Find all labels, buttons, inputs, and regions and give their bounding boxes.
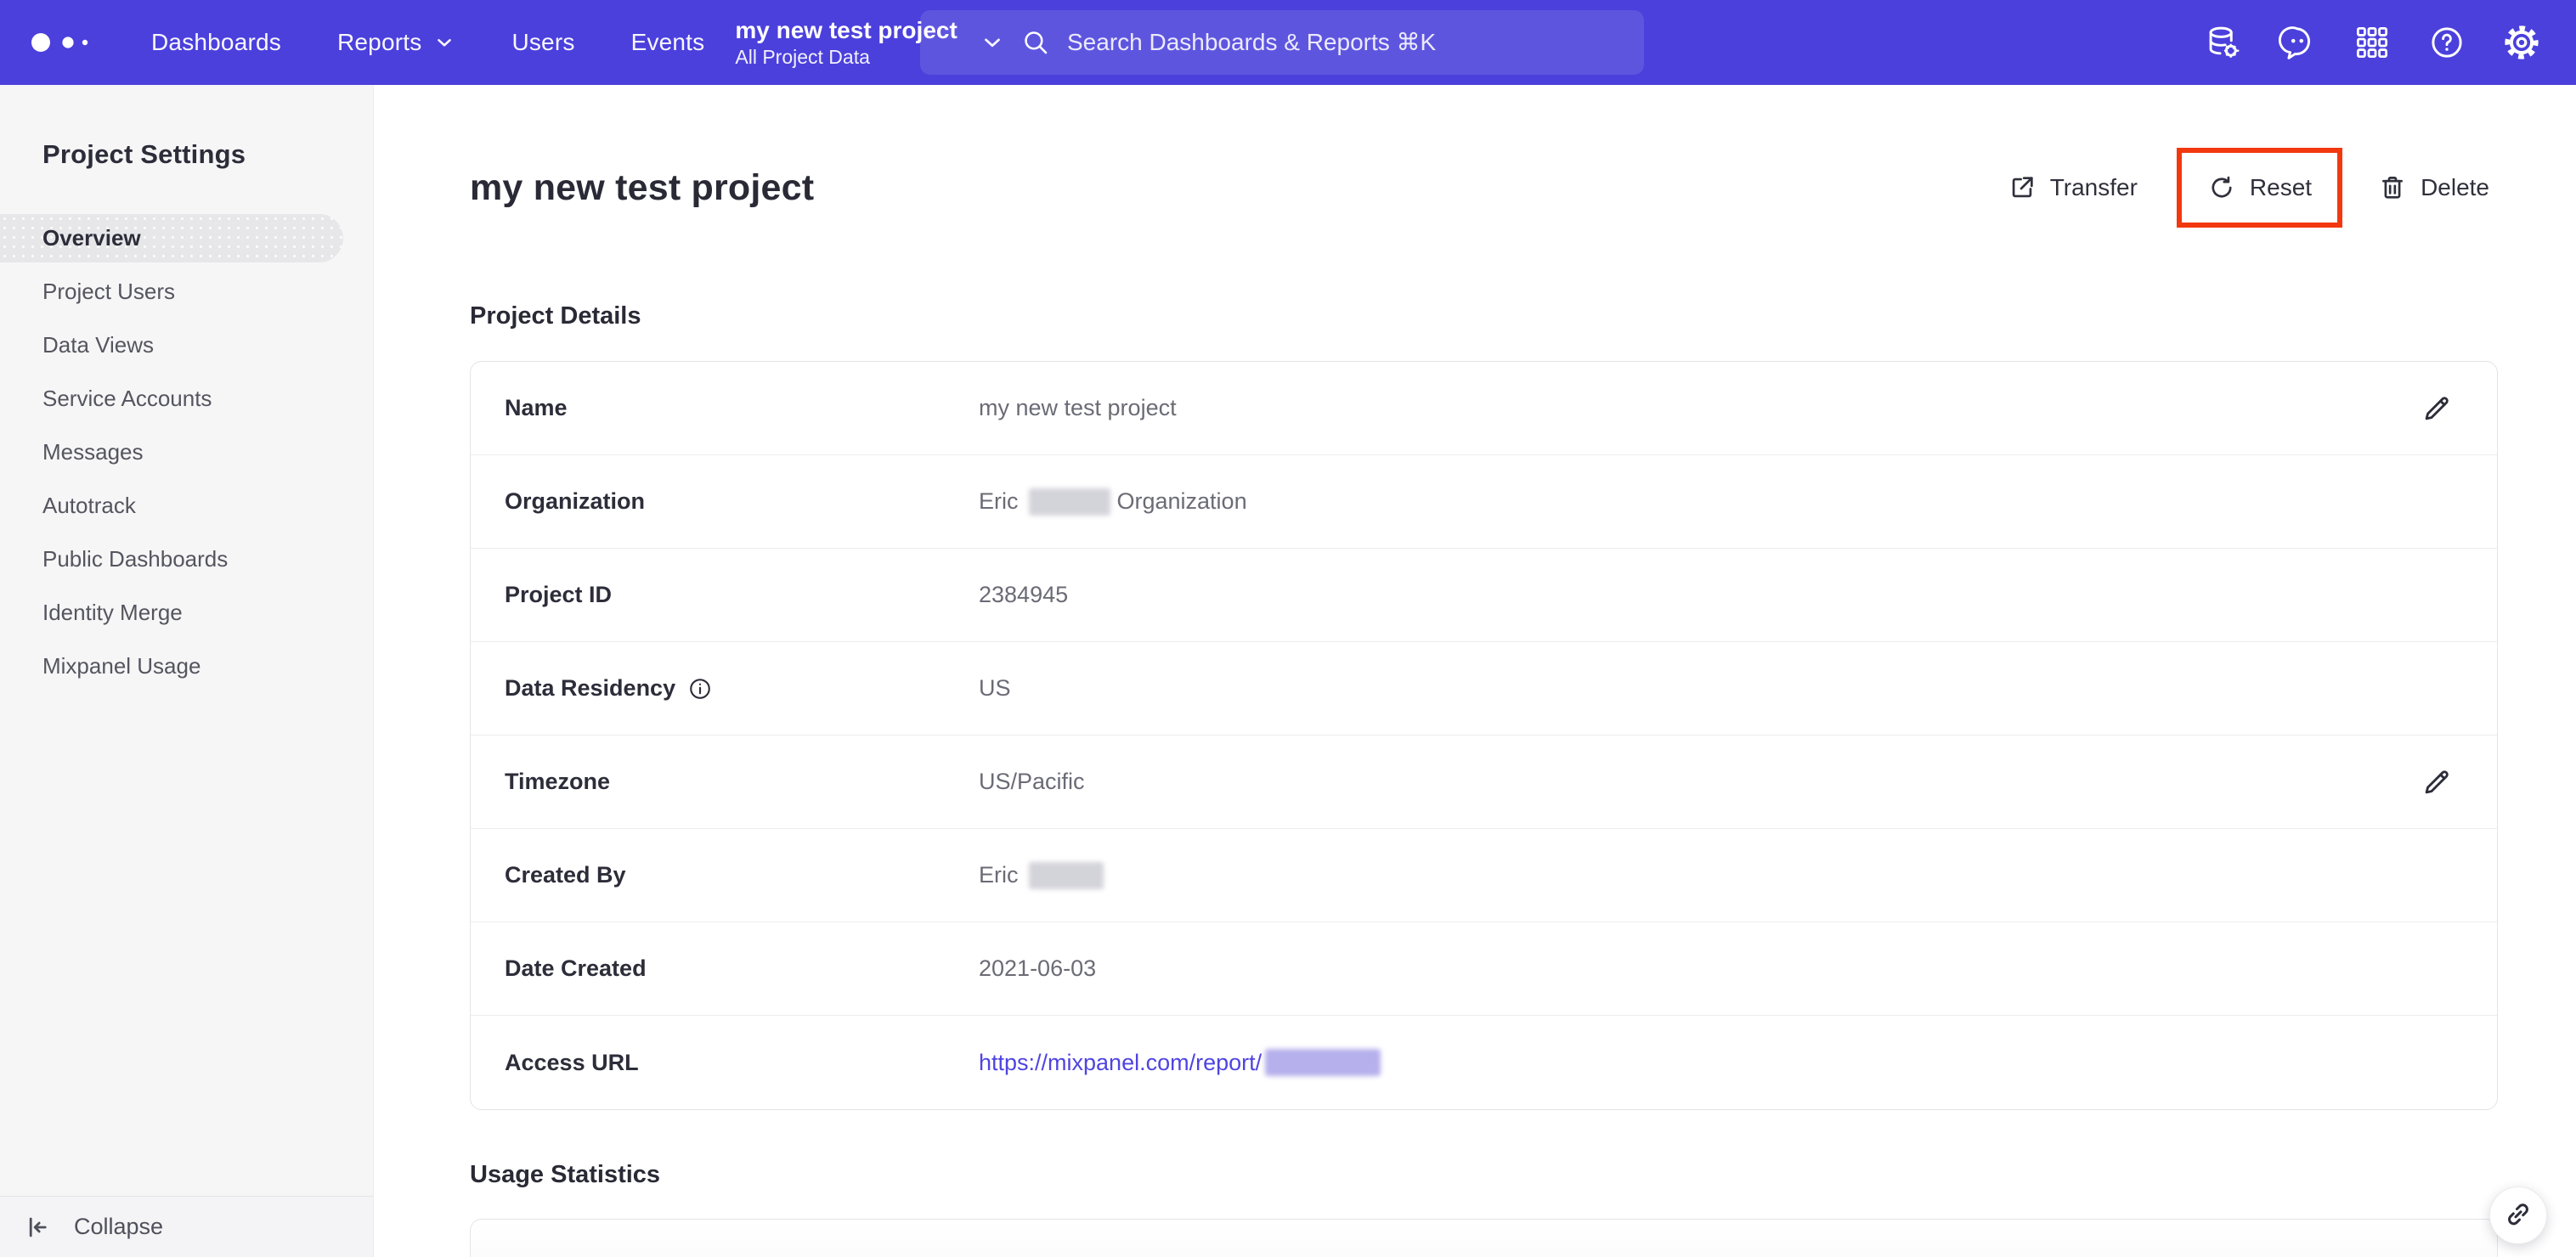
mixpanel-logo-dots [31,33,88,52]
main-content: my new test project Transfer Reset Delet… [375,85,2576,1257]
delete-button[interactable]: Delete [2370,158,2498,217]
timezone-value: US/Pacific [979,769,1085,794]
search-input[interactable] [1067,29,1543,56]
transfer-icon [2012,177,2033,198]
sidebar-item-messages[interactable]: Messages [0,426,343,479]
sidebar-item-overview[interactable]: Overview [0,214,343,262]
project-details-heading: Project Details [470,302,641,330]
project-actions: Transfer Reset Delete [1999,148,2498,228]
sidebar-item-project-users[interactable]: Project Users [0,265,343,318]
collapse-label: Collapse [74,1214,164,1239]
date-created-value: 2021-06-03 [979,955,1097,981]
info-icon[interactable] [687,676,713,702]
redacted-value [1028,488,1110,516]
detail-row-timezone: Timezone US/Pacific [471,736,2497,829]
detail-row-project-id: Project ID 2384945 [471,549,2497,642]
sidebar-collapse-button[interactable]: Collapse [0,1196,373,1257]
settings-sidebar: Project Settings Overview Project Users … [0,85,374,1257]
project-id-value: 2384945 [979,582,1069,607]
detail-row-data-residency: Data Residency US [471,642,2497,736]
name-value: my new test project [979,395,1177,420]
reset-highlight-box: Reset [2176,148,2343,228]
sidebar-item-autotrack[interactable]: Autotrack [0,479,343,533]
top-navigation-bar: Dashboards Reports Users Events Search D… [0,0,2576,85]
sidebar-item-identity-merge[interactable]: Identity Merge [0,586,343,640]
usage-statistics-card [470,1219,2498,1257]
apps-grid-button[interactable] [2352,22,2392,63]
sidebar-nav-list: Overview Project Users Data Views Servic… [0,214,373,693]
search-bar[interactable] [920,10,1644,75]
data-residency-value: US [979,675,1011,701]
feedback-button[interactable] [2277,22,2318,63]
pencil-icon [2425,396,2449,420]
redacted-value [1028,861,1104,889]
page-title: my new test project [470,166,815,208]
data-management-icon [2209,26,2240,59]
nav-dashboards[interactable]: Dashboards [151,29,281,56]
nav-events[interactable]: Events [631,29,705,56]
sidebar-title: Project Settings [42,139,246,169]
search-icon [1025,31,1048,54]
data-management-button[interactable] [2202,22,2243,63]
apps-grid-icon [2356,26,2388,59]
primary-nav: Dashboards Reports Users Events [151,29,704,56]
access-url-link[interactable]: https://mixpanel.com/report/ [979,1049,1387,1076]
detail-row-name: Name my new test project [471,362,2497,455]
nav-users[interactable]: Users [511,29,574,56]
help-icon [2432,27,2462,58]
help-button[interactable] [2426,22,2467,63]
nav-reports[interactable]: Reports [337,29,455,56]
redacted-value [1265,1049,1381,1076]
detail-row-date-created: Date Created 2021-06-03 [471,922,2497,1016]
usage-statistics-heading: Usage Statistics [470,1161,661,1188]
collapse-icon [29,1217,47,1237]
edit-timezone-button[interactable] [2417,763,2456,802]
pencil-icon [2425,769,2449,793]
transfer-button[interactable]: Transfer [1999,158,2146,217]
edit-name-button[interactable] [2417,389,2456,428]
sidebar-item-mixpanel-usage[interactable]: Mixpanel Usage [0,640,343,693]
settings-gear-icon [2505,25,2539,59]
reset-button[interactable]: Reset [2199,158,2320,217]
sidebar-item-data-views[interactable]: Data Views [0,318,343,372]
sidebar-item-public-dashboards[interactable]: Public Dashboards [0,533,343,586]
detail-row-access-url: Access URL https://mixpanel.com/report/ [471,1016,2497,1109]
delete-trash-icon [2382,177,2404,199]
topbar-icon-group [2202,0,2576,85]
reset-icon [2212,176,2232,198]
link-icon [2508,1203,2528,1226]
detail-row-organization: Organization Eric Organization [471,455,2497,549]
project-details-card: Name my new test project Organization Er… [470,361,2498,1110]
copy-link-button[interactable] [2489,1187,2547,1244]
settings-button[interactable] [2501,22,2542,63]
feedback-bubble-icon [2279,26,2310,59]
detail-row-created-by: Created By Eric [471,829,2497,922]
sidebar-item-service-accounts[interactable]: Service Accounts [0,372,343,426]
mixpanel-logo[interactable] [29,31,107,54]
chevron-down-icon [438,38,452,47]
